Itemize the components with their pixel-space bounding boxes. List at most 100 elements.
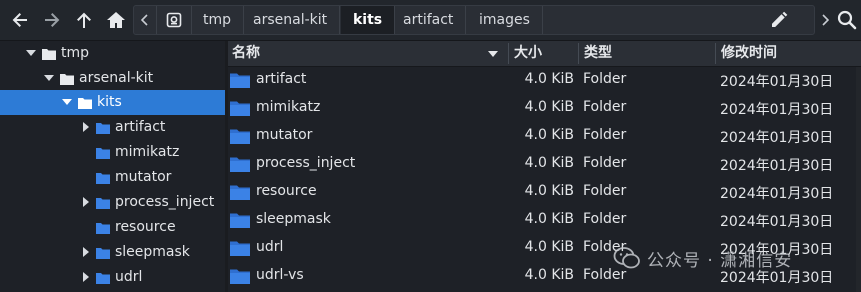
folder-tree: tmp arsenal-kit kits artifact mimikatz m…	[0, 41, 225, 292]
tree-item-resource[interactable]: resource	[0, 215, 225, 240]
drive-root-button[interactable]	[157, 6, 192, 34]
tree-item-mimikatz[interactable]: mimikatz	[0, 140, 225, 165]
column-divider[interactable]	[578, 43, 579, 64]
folder-icon	[96, 148, 110, 159]
folder-icon	[42, 49, 56, 60]
file-name: resource	[256, 183, 317, 199]
file-row[interactable]: artifact 4.0 KiB Folder 2024年01月30日	[228, 66, 861, 94]
tree-item-label: sleepmask	[115, 244, 190, 260]
path-bar: tmp arsenal-kit kits artifact images	[133, 5, 815, 35]
file-type: Folder	[583, 155, 627, 171]
file-type: Folder	[583, 127, 627, 143]
watermark: 公众号 · 潇湘信安	[613, 243, 792, 273]
chevron-left-icon	[141, 14, 148, 26]
file-size: 4.0 KiB	[524, 239, 574, 255]
folder-icon	[230, 241, 250, 256]
tree-item-label: mimikatz	[115, 144, 180, 160]
tree-item-label: kits	[97, 94, 122, 110]
forward-button[interactable]	[40, 8, 64, 32]
collapsed-arrow-icon[interactable]	[81, 122, 91, 132]
folder-icon	[78, 98, 92, 109]
tree-item-kits[interactable]: kits	[0, 90, 225, 115]
file-row[interactable]: process_inject 4.0 KiB Folder 2024年01月30日	[228, 150, 861, 178]
tree-item-label: artifact	[115, 119, 166, 135]
file-modified: 2024年01月30日	[720, 74, 834, 90]
arrow-up-icon	[77, 12, 91, 28]
file-row[interactable]: resource 4.0 KiB Folder 2024年01月30日	[228, 178, 861, 206]
breadcrumb-artifact[interactable]: artifact	[391, 6, 467, 34]
folder-icon	[230, 269, 250, 284]
tree-item-arsenal-kit[interactable]: arsenal-kit	[0, 66, 225, 91]
column-header-size[interactable]: 大小	[510, 41, 576, 66]
watermark-text: 公众号 · 潇湘信安	[647, 250, 793, 271]
file-size: 4.0 KiB	[524, 127, 574, 143]
edit-path-button[interactable]	[768, 9, 790, 35]
tree-item-label: udrl	[115, 269, 143, 285]
folder-icon	[96, 273, 110, 284]
column-divider[interactable]	[715, 43, 716, 64]
expanded-arrow-icon[interactable]	[62, 97, 72, 107]
breadcrumb-images[interactable]: images	[467, 6, 543, 34]
tree-item-sleepmask[interactable]: sleepmask	[0, 240, 225, 265]
tree-item-mutator[interactable]: mutator	[0, 165, 225, 190]
file-modified: 2024年01月30日	[720, 214, 834, 230]
tree-item-process-inject[interactable]: process_inject	[0, 190, 225, 215]
column-header-type[interactable]: 类型	[580, 41, 715, 66]
file-row[interactable]: mimikatz 4.0 KiB Folder 2024年01月30日	[228, 94, 861, 122]
column-divider[interactable]	[508, 43, 509, 64]
toolbar: tmp arsenal-kit kits artifact images	[0, 0, 861, 41]
file-name: sleepmask	[256, 211, 331, 227]
sort-descending-icon[interactable]	[488, 50, 498, 58]
folder-icon	[96, 248, 110, 259]
folder-icon	[230, 129, 250, 144]
tree-item-label: mutator	[115, 169, 172, 185]
file-modified: 2024年01月30日	[720, 102, 834, 118]
column-header-name[interactable]: 名称	[228, 41, 508, 66]
folder-icon	[60, 74, 74, 85]
up-button[interactable]	[72, 8, 96, 32]
file-name: mutator	[256, 127, 313, 143]
file-size: 4.0 KiB	[524, 183, 574, 199]
path-scroll-left-button[interactable]	[134, 6, 157, 34]
wechat-icon	[613, 247, 640, 269]
file-type: Folder	[583, 211, 627, 227]
vertical-scrollbar[interactable]	[856, 67, 861, 292]
file-name: udrl-vs	[256, 267, 304, 283]
tree-item-label: tmp	[61, 45, 90, 61]
tree-item-tmp[interactable]: tmp	[0, 41, 225, 66]
breadcrumb-tmp[interactable]: tmp	[191, 6, 245, 34]
collapsed-arrow-icon[interactable]	[81, 197, 91, 207]
path-scroll-right-button[interactable]	[817, 5, 833, 35]
column-header-modified[interactable]: 修改时间	[717, 41, 857, 66]
file-name: process_inject	[256, 155, 356, 171]
collapsed-arrow-icon[interactable]	[81, 247, 91, 257]
expanded-arrow-icon[interactable]	[44, 73, 54, 83]
arrow-left-icon	[12, 13, 27, 27]
search-button[interactable]	[836, 9, 858, 35]
chevron-right-icon	[822, 14, 829, 26]
expanded-arrow-icon[interactable]	[26, 48, 36, 58]
file-type: Folder	[583, 99, 627, 115]
tree-item-label: process_inject	[115, 194, 215, 210]
folder-icon	[230, 157, 250, 172]
folder-icon	[230, 185, 250, 200]
home-button[interactable]	[104, 8, 128, 32]
file-row[interactable]: sleepmask 4.0 KiB Folder 2024年01月30日	[228, 206, 861, 234]
tree-item-artifact[interactable]: artifact	[0, 115, 225, 140]
file-name: mimikatz	[256, 99, 321, 115]
file-type: Folder	[583, 183, 627, 199]
breadcrumb-arsenal-kit[interactable]: arsenal-kit	[241, 6, 341, 34]
folder-icon	[96, 223, 110, 234]
back-button[interactable]	[8, 8, 32, 32]
file-row[interactable]: mutator 4.0 KiB Folder 2024年01月30日	[228, 122, 861, 150]
file-modified: 2024年01月30日	[720, 158, 834, 174]
file-size: 4.0 KiB	[524, 211, 574, 227]
file-modified: 2024年01月30日	[720, 130, 834, 146]
collapsed-arrow-icon[interactable]	[81, 272, 91, 282]
folder-icon	[96, 173, 110, 184]
tree-item-udrl[interactable]: udrl	[0, 265, 225, 290]
folder-icon	[230, 213, 250, 228]
breadcrumb-kits[interactable]: kits	[341, 6, 396, 34]
file-type: Folder	[583, 71, 627, 87]
tree-item-label: resource	[115, 219, 176, 235]
